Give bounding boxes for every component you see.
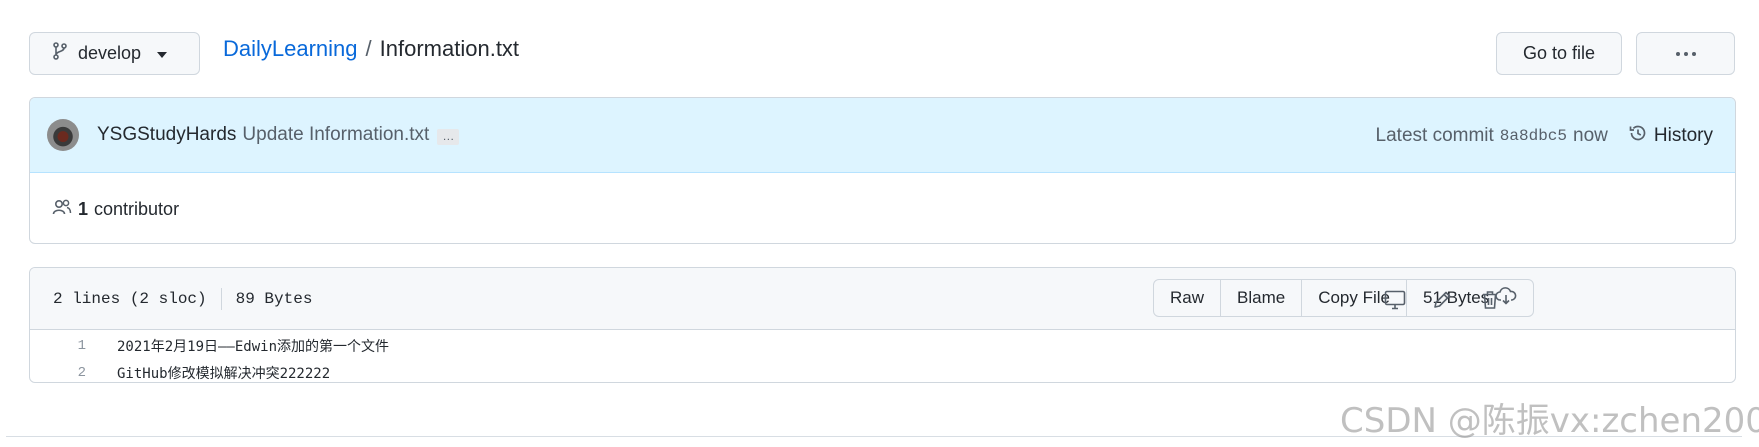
- branch-name: develop: [78, 43, 142, 63]
- file-view: 2 lines (2 sloc) 89 Bytes Raw Blame Copy…: [29, 267, 1736, 383]
- line-content: 2021年2月19日——Edwin添加的第一个文件: [117, 338, 390, 355]
- line-count: 2 lines (2 sloc): [53, 290, 207, 308]
- trash-icon[interactable]: [1478, 288, 1502, 312]
- code-line: 2 GitHub修改模拟解决冲突222222: [30, 359, 1735, 382]
- caret-down-icon: [157, 51, 168, 58]
- blame-button[interactable]: Blame: [1221, 280, 1303, 316]
- commit-sha[interactable]: 8a8dbc5: [1500, 127, 1567, 145]
- file-actions-group: Raw Blame Copy File 51 Bytes: [1153, 279, 1535, 317]
- file-size: 89 Bytes: [235, 290, 313, 308]
- contributor-label: contributor: [94, 198, 180, 219]
- breadcrumb: DailyLearning / Information.txt: [223, 36, 519, 62]
- commit-author[interactable]: YSGStudyHards: [97, 124, 236, 146]
- code-view: 1 2021年2月19日——Edwin添加的第一个文件 2 GitHub修改模拟…: [30, 330, 1735, 382]
- line-content: GitHub修改模拟解决冲突222222: [117, 365, 331, 382]
- history-link[interactable]: History: [1628, 123, 1713, 149]
- contributors-row[interactable]: 1 contributor: [30, 173, 1735, 243]
- commit-message[interactable]: Update Information.txt: [242, 124, 429, 146]
- commit-expand-button[interactable]: …: [437, 129, 460, 145]
- file-header: 2 lines (2 sloc) 89 Bytes Raw Blame Copy…: [30, 268, 1735, 330]
- repo-link[interactable]: DailyLearning: [223, 36, 358, 62]
- file-name: Information.txt: [379, 36, 520, 61]
- line-number[interactable]: 1: [30, 338, 86, 354]
- branch-select-button[interactable]: develop: [29, 32, 200, 75]
- latest-commit-label: Latest commit: [1375, 124, 1494, 146]
- history-label: History: [1653, 124, 1713, 146]
- people-icon: [52, 198, 72, 221]
- go-to-file-button[interactable]: Go to file: [1496, 32, 1622, 75]
- file-info: 2 lines (2 sloc) 89 Bytes: [53, 288, 312, 310]
- breadcrumb-separator: /: [365, 36, 372, 61]
- pencil-icon[interactable]: [1430, 288, 1454, 312]
- desktop-icon[interactable]: [1383, 288, 1407, 312]
- history-icon: [1628, 123, 1648, 149]
- commit-meta: Latest commit 8a8dbc5 now History: [1376, 98, 1713, 173]
- more-options-button[interactable]: [1636, 32, 1735, 75]
- download-button[interactable]: 51 Bytes: [1407, 280, 1533, 316]
- kebab-horizontal-icon: [1675, 51, 1696, 56]
- code-line: 1 2021年2月19日——Edwin添加的第一个文件: [30, 332, 1735, 359]
- git-branch-icon: [52, 42, 68, 65]
- raw-button[interactable]: Raw: [1154, 280, 1222, 316]
- contributor-count: 1: [78, 198, 89, 219]
- commit-time: now: [1573, 124, 1608, 146]
- watermark: CSDN @陈振vx:zchen2008: [1340, 401, 1759, 441]
- latest-commit-bar: YSGStudyHards Update Information.txt … L…: [30, 98, 1735, 173]
- commit-box: YSGStudyHards Update Information.txt … L…: [29, 97, 1736, 244]
- line-number[interactable]: 2: [30, 365, 86, 381]
- avatar[interactable]: [47, 119, 79, 151]
- divider: [220, 288, 222, 310]
